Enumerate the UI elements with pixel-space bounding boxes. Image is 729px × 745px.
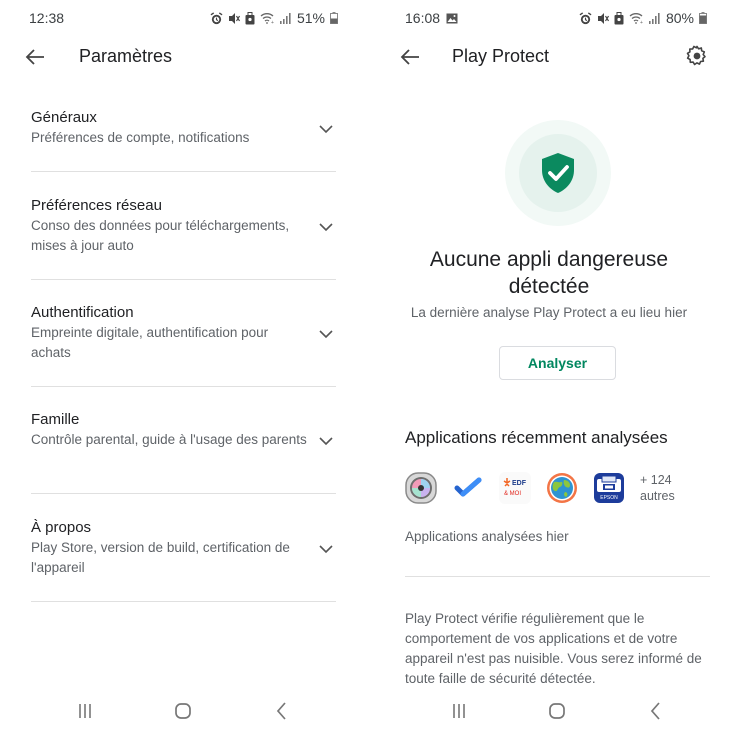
setting-title: Généraux xyxy=(31,109,97,126)
alarm-icon xyxy=(210,11,223,24)
page-title: Paramètres xyxy=(79,46,173,66)
app-icon-globe[interactable] xyxy=(546,472,578,504)
status-time: 12:38 xyxy=(29,10,65,26)
top-app-bar: Paramètres xyxy=(0,36,360,78)
battery-percent: 80% xyxy=(665,10,694,26)
back-arrow-icon[interactable] xyxy=(399,46,423,68)
edf-logo-icon: EDF & MOI xyxy=(499,472,531,504)
chevron-down-icon[interactable] xyxy=(318,329,334,339)
svg-text:EPSON: EPSON xyxy=(600,495,618,501)
setting-subtitle: Contrôle parental, guide à l'usage des p… xyxy=(31,432,307,447)
gallery-notification-icon xyxy=(446,13,458,23)
chevron-down-icon[interactable] xyxy=(318,124,334,134)
more-count-number: + 124 xyxy=(640,473,672,487)
shield-check-icon xyxy=(542,153,574,193)
play-protect-description: Play Protect vérifie régulièrement que l… xyxy=(405,611,702,683)
battery-icon xyxy=(699,12,707,24)
status-bar: 16:08 + 80% xyxy=(369,0,729,36)
sim-lock-icon xyxy=(614,11,624,24)
battery-icon xyxy=(330,12,338,24)
printer-icon: EPSON xyxy=(594,473,624,503)
system-nav-bar xyxy=(0,683,360,745)
settings-item-about[interactable]: À propos Play Store, version de build, c… xyxy=(31,494,336,602)
last-scan-text: La dernière analyse Play Protect a eu li… xyxy=(410,305,688,320)
settings-screen: 12:38 + 51% Paramètres Généraux Préféren… xyxy=(0,0,360,745)
setting-title: Famille xyxy=(31,411,80,428)
settings-item-general[interactable]: Généraux Préférences de compte, notifica… xyxy=(31,86,336,172)
recent-apps-list: EDF & MOI EPSON + 124 autres xyxy=(405,472,675,504)
app-icon-epson[interactable]: EPSON xyxy=(593,472,625,504)
top-app-bar: Play Protect xyxy=(369,36,729,78)
setting-subtitle: Préférences de compte, notifications xyxy=(31,130,250,145)
battery-percent: 51% xyxy=(296,10,325,26)
home-icon[interactable] xyxy=(545,699,569,723)
mute-icon xyxy=(228,12,240,24)
status-heading: Aucune appli dangereuse détectée xyxy=(429,248,669,298)
app-icon-lens[interactable] xyxy=(405,472,437,504)
wifi-icon: + xyxy=(629,13,643,24)
settings-list: Généraux Préférences de compte, notifica… xyxy=(31,86,336,602)
home-icon[interactable] xyxy=(171,699,195,723)
system-nav-bar xyxy=(369,683,729,745)
app-icon-todo[interactable] xyxy=(452,472,484,504)
back-nav-icon[interactable] xyxy=(644,699,668,723)
shield-badge xyxy=(505,120,611,226)
page-title: Play Protect xyxy=(452,46,550,66)
settings-item-family[interactable]: Famille Contrôle parental, guide à l'usa… xyxy=(31,387,336,494)
gear-icon[interactable] xyxy=(685,44,709,68)
alarm-icon xyxy=(579,11,592,24)
back-nav-icon[interactable] xyxy=(270,699,294,723)
svg-text:& MOI: & MOI xyxy=(504,491,521,497)
recent-apps-title: Applications récemment analysées xyxy=(405,428,668,447)
recent-apps-icon[interactable] xyxy=(447,699,471,723)
chevron-down-icon[interactable] xyxy=(318,436,334,446)
chevron-down-icon[interactable] xyxy=(318,544,334,554)
status-bar: 12:38 + 51% xyxy=(0,0,360,36)
settings-item-network[interactable]: Préférences réseau Conso des données pou… xyxy=(31,172,336,280)
svg-text:+: + xyxy=(640,20,643,24)
play-protect-screen: 16:08 + 80% Play Protect Aucune appli da… xyxy=(369,0,729,745)
setting-title: Préférences réseau xyxy=(31,197,162,214)
checkmark-icon xyxy=(454,477,482,497)
scan-button[interactable]: Analyser xyxy=(499,346,616,380)
status-time: 16:08 xyxy=(405,10,441,26)
signal-icon xyxy=(648,13,660,24)
chevron-down-icon[interactable] xyxy=(318,222,334,232)
wifi-icon: + xyxy=(260,13,274,24)
setting-subtitle: Conso des données pour téléchargements, … xyxy=(31,218,290,253)
scanned-yesterday-label: Applications analysées hier xyxy=(405,529,569,544)
back-arrow-icon[interactable] xyxy=(24,46,48,68)
setting-subtitle: Empreinte digitale, authentification pou… xyxy=(31,325,269,360)
signal-icon xyxy=(279,13,291,24)
divider xyxy=(405,576,710,577)
svg-text:EDF: EDF xyxy=(512,480,527,487)
settings-item-authentication[interactable]: Authentification Empreinte digitale, aut… xyxy=(31,280,336,387)
svg-text:+: + xyxy=(271,20,274,24)
setting-subtitle: Play Store, version de build, certificat… xyxy=(31,540,290,575)
lens-icon xyxy=(405,472,437,504)
recent-apps-icon[interactable] xyxy=(73,699,97,723)
setting-title: À propos xyxy=(31,519,92,536)
app-icon-edf[interactable]: EDF & MOI xyxy=(499,472,531,504)
mute-icon xyxy=(597,12,609,24)
sim-lock-icon xyxy=(245,11,255,24)
more-apps-count[interactable]: + 124 autres xyxy=(640,472,675,504)
setting-title: Authentification xyxy=(31,304,134,321)
globe-icon xyxy=(547,473,577,503)
more-count-label: autres xyxy=(640,489,675,503)
